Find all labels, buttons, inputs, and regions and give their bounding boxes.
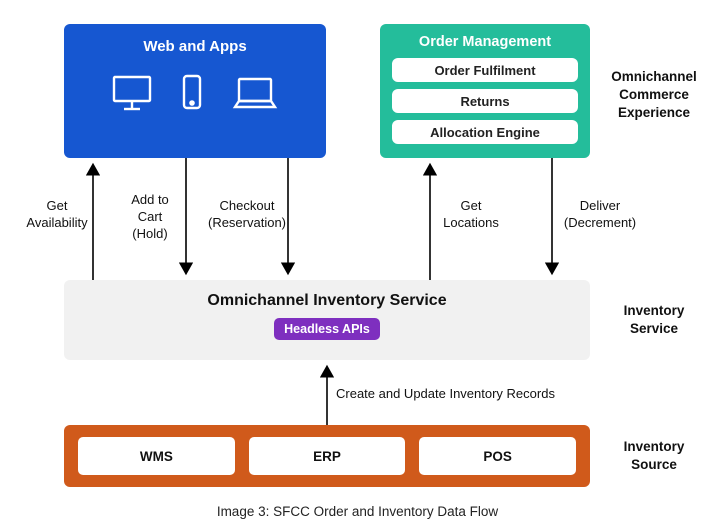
order-management-box: Order Management Order Fulfilment Return…: [380, 24, 590, 158]
get-locations-label: Get Locations: [436, 198, 506, 232]
inventory-source-label: Inventory Source: [604, 438, 704, 474]
web-and-apps-box: Web and Apps: [64, 24, 326, 158]
get-availability-label: Get Availability: [20, 198, 94, 232]
inventory-source-box: WMS ERP POS: [64, 425, 590, 487]
deliver-label: Deliver (Decrement): [556, 198, 644, 232]
web-and-apps-title: Web and Apps: [64, 38, 326, 55]
headless-apis-badge: Headless APIs: [274, 318, 380, 340]
inventory-service-box: Omnichannel Inventory Service Headless A…: [64, 280, 590, 360]
create-update-label: Create and Update Inventory Records: [336, 386, 566, 403]
pos-pill: POS: [419, 437, 576, 475]
order-management-title: Order Management: [392, 34, 578, 50]
omnichannel-commerce-label: Omnichannel Commerce Experience: [604, 68, 704, 123]
allocation-engine-pill: Allocation Engine: [392, 120, 578, 144]
returns-pill: Returns: [392, 89, 578, 113]
device-icons-row: [64, 73, 326, 118]
order-fulfilment-pill: Order Fulfilment: [392, 58, 578, 82]
laptop-icon: [230, 73, 280, 118]
inventory-service-label: Inventory Service: [604, 302, 704, 338]
wms-pill: WMS: [78, 437, 235, 475]
erp-pill: ERP: [249, 437, 406, 475]
checkout-label: Checkout (Reservation): [202, 198, 292, 232]
inventory-service-title: Omnichannel Inventory Service: [64, 292, 590, 310]
add-to-cart-label: Add to Cart (Hold): [118, 192, 182, 243]
figure-caption: Image 3: SFCC Order and Inventory Data F…: [0, 504, 715, 519]
desktop-icon: [110, 73, 154, 118]
mobile-icon: [180, 73, 204, 118]
